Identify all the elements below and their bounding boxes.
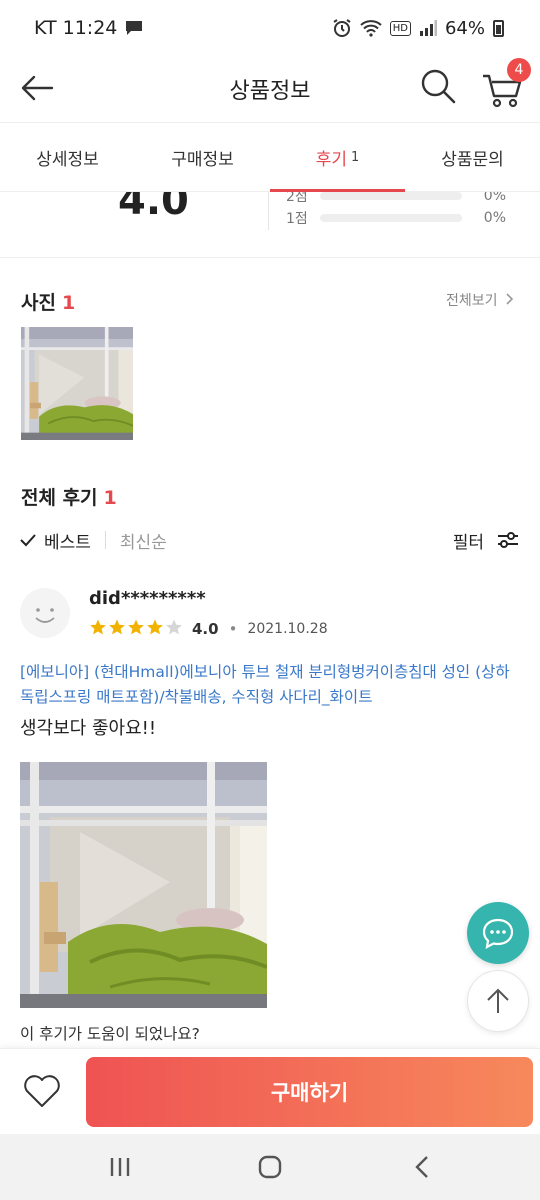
helpful-question: 이 후기가 도움이 되었나요? xyxy=(20,1025,200,1043)
system-nav-bar xyxy=(0,1134,540,1200)
app-header: 상품정보 xyxy=(0,56,540,122)
scroll-top-button[interactable] xyxy=(467,970,529,1032)
review-date: 2021.10.28 xyxy=(247,621,328,637)
status-bar: KT 11:24 HD 64% xyxy=(0,0,540,56)
recent-apps-icon xyxy=(110,1158,130,1176)
filter-button[interactable]: 필터 xyxy=(453,528,520,553)
tab-reviews-count: 1 xyxy=(351,149,360,165)
chevron-right-icon xyxy=(506,293,514,305)
product-option-link[interactable]: [에보니아] (현대Hmall)에보니아 튜브 철재 분리형벙커이층침대 성인 … xyxy=(20,660,515,710)
tab-purchase-info[interactable]: 구매정보 xyxy=(135,123,270,191)
sort-best-option[interactable]: 베스트 xyxy=(20,528,91,553)
review-photo-thumbnail[interactable] xyxy=(21,327,133,440)
chevron-left-icon xyxy=(415,1156,428,1178)
sort-bar: 베스트 최신순 필터 xyxy=(20,520,520,560)
back-arrow-icon[interactable] xyxy=(18,68,58,108)
average-rating: 4.0 xyxy=(118,192,189,224)
buy-button[interactable]: 구매하기 xyxy=(86,1057,533,1127)
star-filled-icon xyxy=(109,619,125,635)
recent-apps-button[interactable] xyxy=(100,1150,140,1184)
star-filled-icon xyxy=(128,619,144,635)
rating-distribution-row: 1점 0% xyxy=(286,210,506,227)
star-filled-icon xyxy=(90,619,106,635)
home-button[interactable] xyxy=(250,1150,290,1184)
arrow-up-icon xyxy=(487,988,509,1013)
hd-icon: HD xyxy=(389,20,411,36)
wifi-icon xyxy=(360,20,382,37)
sort-separator xyxy=(104,531,106,549)
review-rating-row: 4.0 • 2021.10.28 xyxy=(89,618,328,640)
message-icon xyxy=(126,21,143,35)
separator-dot: • xyxy=(228,620,238,638)
alarm-icon xyxy=(333,19,351,37)
page-title: 상품정보 xyxy=(229,79,311,104)
review-text: 생각보다 좋아요!! xyxy=(20,718,157,739)
tab-qna[interactable]: 상품문의 xyxy=(405,123,540,191)
tab-reviews-label: 후기 xyxy=(315,149,347,170)
rating-distribution-row: 2점 0% xyxy=(286,192,506,205)
rating-summary: 4.0 2점 0% 1점 0% xyxy=(0,192,540,258)
chat-bubble-icon xyxy=(482,918,514,949)
rating-bar xyxy=(320,214,462,222)
rating-divider xyxy=(268,192,269,230)
rating-bar xyxy=(320,192,462,200)
battery-percent: 64% xyxy=(444,17,485,39)
tab-bar: 상세정보 구매정보 후기 1 상품문의 xyxy=(0,122,540,192)
cart-count-badge: 4 xyxy=(507,58,531,82)
system-back-button[interactable] xyxy=(402,1150,442,1184)
reviews-section-title: 전체 후기 1 xyxy=(21,487,117,509)
star-empty-icon xyxy=(166,619,182,635)
chat-button[interactable] xyxy=(467,902,529,964)
tab-details[interactable]: 상세정보 xyxy=(0,123,135,191)
reviewer-name: did********* xyxy=(89,588,206,609)
tab-reviews[interactable]: 후기 1 xyxy=(270,123,405,192)
bunk-bed-photo-image xyxy=(21,327,133,440)
review-photo[interactable] xyxy=(20,762,267,1008)
battery-icon xyxy=(493,19,504,37)
home-icon xyxy=(258,1155,282,1179)
carrier-time: KT 11:24 xyxy=(34,17,118,39)
sort-latest-option[interactable]: 최신순 xyxy=(120,528,167,553)
star-filled-icon xyxy=(147,619,163,635)
search-icon[interactable] xyxy=(418,66,458,106)
star-rating xyxy=(89,618,184,640)
bunk-bed-photo-image xyxy=(20,762,267,1008)
review-score: 4.0 xyxy=(192,620,219,638)
bottom-action-bar: 구매하기 xyxy=(0,1048,540,1134)
heart-icon[interactable] xyxy=(22,1071,62,1111)
check-icon xyxy=(20,534,36,547)
avatar xyxy=(20,588,70,638)
photos-section-title: 사진 1 xyxy=(21,292,76,314)
filter-sliders-icon xyxy=(498,532,518,548)
smiley-face-icon xyxy=(35,608,55,623)
signal-icon xyxy=(419,20,437,36)
see-all-link[interactable]: 전체보기 xyxy=(446,290,514,310)
